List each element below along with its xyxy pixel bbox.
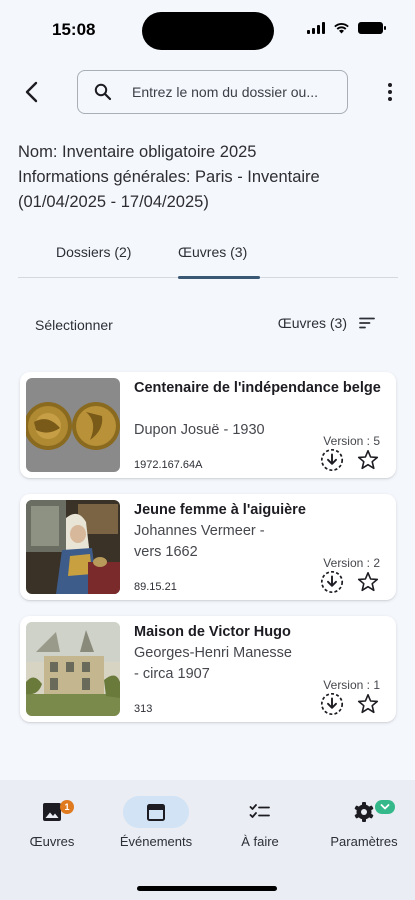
active-tab-indicator [178,276,260,279]
artwork-inventory-number: 313 [134,703,153,715]
nav-label: Événements [119,834,193,849]
download-icon [320,448,344,472]
download-icon [320,570,344,594]
artwork-thumbnail [26,500,120,594]
search-icon [92,81,114,103]
dot [388,90,392,94]
star-icon [357,694,379,714]
artwork-inventory-number: 89.15.21 [134,581,177,593]
dot [388,97,392,101]
status-icons [307,22,386,34]
artwork-thumbnail [26,378,120,472]
folder-name: Nom: Inventaire obligatoire 2025 [18,143,257,161]
home-indicator [137,886,277,891]
star-icon [357,572,379,592]
status-time: 15:08 [52,20,96,39]
checklist-icon [249,804,270,818]
nav-icon-wrapper [331,796,397,828]
artwork-author: Georges-Henri Manesse - circa 1907 [134,645,292,682]
artwork-title: Centenaire de l'indépendance belge [134,380,381,396]
artwork-card[interactable]: Maison de Victor Hugo Georges-Henri Mane… [20,616,396,722]
nav-item-parametres[interactable]: Paramètres [312,780,415,870]
folder-info: Nom: Inventaire obligatoire 2025 Informa… [18,140,398,215]
wifi-icon [334,23,349,34]
tab-oeuvres[interactable]: Œuvres (3) [178,244,247,260]
chevron-down-icon [380,804,390,810]
artwork-inventory-number: 1972.167.64A [134,459,203,471]
search-input[interactable] [132,84,346,100]
nav-icon-wrapper [227,796,293,828]
download-button[interactable] [320,692,344,716]
artwork-version: Version : 1 [323,678,380,692]
artwork-card[interactable]: Centenaire de l'indépendance belge Dupon… [20,372,396,478]
artwork-version: Version : 5 [323,434,380,448]
download-icon [320,692,344,716]
sort-label: Œuvres (3) [277,315,347,331]
dynamic-island [142,12,274,50]
image-icon [43,803,61,821]
favorite-button[interactable] [356,570,380,594]
calendar-icon [147,804,165,821]
artwork-version: Version : 2 [323,556,380,570]
download-button[interactable] [320,448,344,472]
update-badge [375,800,395,814]
sort-button[interactable]: Œuvres (3) [278,315,375,331]
nav-item-oeuvres[interactable]: 1 Œuvres [0,780,104,870]
folder-dates: (01/04/2025 - 17/04/2025) [18,193,209,211]
select-button[interactable]: Sélectionner [35,317,113,333]
bottom-navigation: 1 Œuvres Événements À faire Paramètres [0,780,415,900]
nav-item-a-faire[interactable]: À faire [208,780,312,870]
download-button[interactable] [320,570,344,594]
tab-bar: Dossiers (2) Œuvres (3) [18,236,398,279]
sort-icon [359,317,375,329]
folder-general-info: Informations générales: Paris - Inventai… [18,168,320,186]
tab-dossiers[interactable]: Dossiers (2) [56,244,131,260]
nav-icon-wrapper [123,796,189,828]
more-options-button[interactable] [380,80,400,104]
search-bar[interactable] [77,70,348,114]
star-icon [357,450,379,470]
signal-icon [307,22,325,34]
nav-icon-wrapper: 1 [19,796,85,828]
artwork-title: Jeune femme à l'aiguière [134,502,306,518]
artwork-title: Maison de Victor Hugo [134,624,291,640]
artwork-author: Johannes Vermeer - vers 1662 [134,523,265,560]
gear-icon [354,802,374,822]
favorite-button[interactable] [356,692,380,716]
artwork-card[interactable]: Jeune femme à l'aiguière Johannes Vermee… [20,494,396,600]
artwork-author: Dupon Josuë - 1930 [134,422,265,438]
nav-label: Paramètres [330,834,398,849]
chevron-left-icon [25,81,38,103]
notification-badge: 1 [60,800,74,814]
back-button[interactable] [18,78,46,106]
battery-icon [358,22,386,34]
favorite-button[interactable] [356,448,380,472]
status-bar: 15:08 [0,0,415,62]
dot [388,83,392,87]
nav-label: Œuvres [29,834,75,849]
artwork-thumbnail [26,622,120,716]
nav-item-evenements[interactable]: Événements [104,780,208,870]
nav-label: À faire [241,834,279,849]
